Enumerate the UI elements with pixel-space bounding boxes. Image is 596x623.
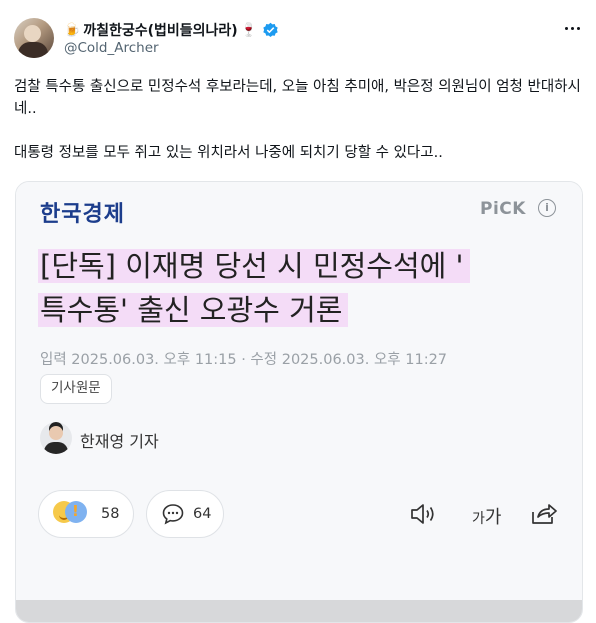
pick-label: PiCK xyxy=(480,199,526,219)
reporter-name: 한재영 기자 xyxy=(80,432,159,451)
font-size-small: 가 xyxy=(472,511,485,527)
font-size-icon: 가가 xyxy=(472,503,501,529)
comment-icon xyxy=(162,504,184,525)
tweet-paragraph-2: 대통령 정보를 모두 쥐고 있는 위치라서 나중에 되치기 당할 수 있다고.. xyxy=(14,145,443,161)
more-icon[interactable] xyxy=(560,18,584,38)
reaction-count: 58 xyxy=(101,506,120,522)
author-handle[interactable]: @Cold_Archer xyxy=(64,40,159,56)
news-headline: [단독] 이재명 당선 시 민정수석에 ' 특수통' 출신 오광수 거론 xyxy=(38,244,568,332)
author-name-row[interactable]: 🍺 까칠한궁수(법비들의나라) 🍷 xyxy=(64,20,279,40)
headline-line-1: [단독] 이재명 당선 시 민정수석에 ' xyxy=(38,249,470,283)
speaker-icon xyxy=(411,504,434,524)
headline-line-2: 특수통' 출신 오광수 거론 xyxy=(38,293,349,327)
wine-glass-emoji: 🍷 xyxy=(240,22,257,38)
attached-news-image[interactable]: 한국경제 PiCK i [단독] 이재명 당선 시 민정수석에 ' 특수통' 출… xyxy=(15,181,583,623)
news-card: 한국경제 PiCK i [단독] 이재명 당선 시 민정수석에 ' 특수통' 출… xyxy=(16,182,582,602)
comment-button: 64 xyxy=(146,490,224,538)
tweet: 🍺 까칠한궁수(법비들의나라) 🍷 @Cold_Archer 검찰 특수통 출신… xyxy=(0,0,596,623)
font-size-large: 가 xyxy=(484,507,502,528)
news-dateline: 입력 2025.06.03. 오후 11:15 · 수정 2025.06.03.… xyxy=(40,352,448,368)
tweet-text: 검찰 특수통 출신으로 민정수석 후보라는데, 오늘 아침 추미애, 박은정 의… xyxy=(14,76,582,164)
share-icon xyxy=(532,504,557,524)
card-bottom-strip xyxy=(16,600,582,622)
reaction-emoji-icon xyxy=(53,501,93,527)
beer-emoji: 🍺 xyxy=(64,22,81,38)
info-icon: i xyxy=(538,199,556,217)
reaction-button: 58 xyxy=(38,490,134,538)
author-avatar[interactable] xyxy=(14,18,54,58)
tweet-paragraph-1: 검찰 특수통 출신으로 민정수석 후보라는데, 오늘 아침 추미애, 박은정 의… xyxy=(14,79,581,117)
original-article-tag: 기사원문 xyxy=(40,374,112,404)
reporter-avatar xyxy=(40,422,72,454)
news-brand-logo: 한국경제 xyxy=(40,201,125,227)
verified-badge-icon[interactable] xyxy=(262,22,279,39)
comment-count: 64 xyxy=(193,506,212,522)
author-display-name[interactable]: 까칠한궁수(법비들의나라) xyxy=(83,20,237,40)
